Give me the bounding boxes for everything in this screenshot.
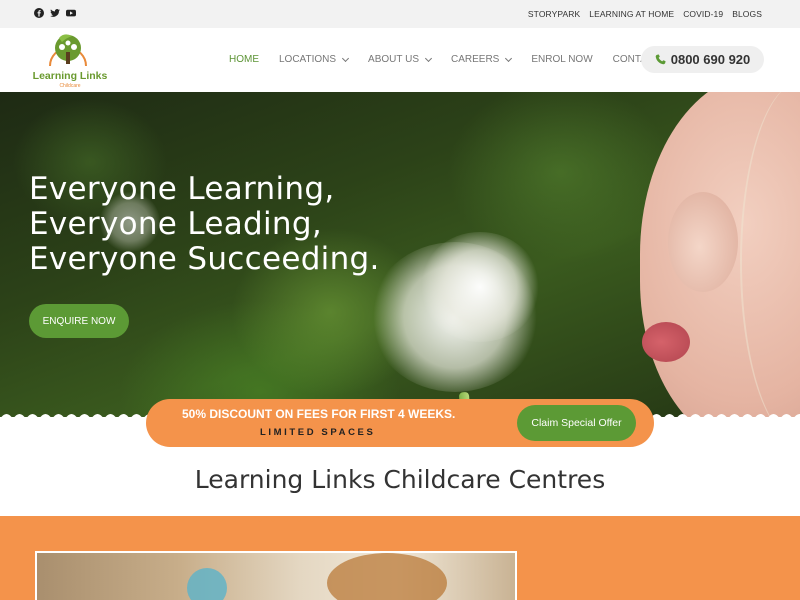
site-header: Learning Links Childcare HOME LOCATIONS … [0, 28, 800, 92]
photo-toy [187, 568, 227, 600]
nav-careers[interactable]: CAREERS [450, 54, 513, 65]
chevron-down-icon [424, 54, 433, 62]
offer-subline: LIMITED SPACES [260, 427, 376, 438]
toplink-storypark[interactable]: STORYPARK [528, 9, 580, 19]
hero-banner: Everyone Learning, Everyone Leading, Eve… [0, 92, 800, 417]
enquire-now-button[interactable]: ENQUIRE NOW [29, 304, 129, 338]
hero-line-2: Everyone Leading, [29, 206, 323, 242]
phone-button[interactable]: 0800 690 920 [641, 46, 764, 73]
hero-line-1: Everyone Learning, [29, 171, 335, 207]
nav-locations-label: LOCATIONS [279, 54, 337, 65]
special-offer-banner: 50% DISCOUNT ON FEES FOR FIRST 4 WEEKS. … [146, 399, 654, 447]
toplink-learning-at-home[interactable]: LEARNING AT HOME [589, 9, 674, 19]
chevron-down-icon [342, 54, 350, 62]
logo-subtitle: Childcare [59, 83, 81, 89]
nav-enrol-label: ENROL NOW [531, 54, 593, 65]
nav-home[interactable]: HOME [229, 54, 259, 65]
toplink-blogs[interactable]: BLOGS [732, 9, 762, 19]
hero-headline: Everyone Learning, Everyone Leading, Eve… [29, 172, 380, 277]
nav-locations[interactable]: LOCATIONS [279, 54, 350, 65]
logo-tree-icon [49, 34, 87, 67]
youtube-icon[interactable] [66, 8, 76, 18]
child-nose [668, 192, 738, 292]
twitter-icon[interactable] [50, 8, 60, 18]
offer-headline: 50% DISCOUNT ON FEES FOR FIRST 4 WEEKS. [182, 407, 456, 421]
chevron-down-icon [505, 54, 513, 62]
phone-icon [655, 54, 666, 65]
main-nav: HOME LOCATIONS ABOUT US CAREERS ENROL NO… [229, 54, 680, 65]
centre-photo [35, 551, 517, 600]
top-links: STORYPARK LEARNING AT HOME COVID-19 BLOG… [528, 9, 762, 19]
photo-child-hair [327, 553, 447, 600]
logo-name: Learning Links [32, 70, 108, 82]
social-links [34, 8, 76, 18]
nav-home-label: HOME [229, 54, 259, 65]
phone-number: 0800 690 920 [670, 52, 751, 67]
top-utility-bar: STORYPARK LEARNING AT HOME COVID-19 BLOG… [0, 0, 800, 28]
hero-line-3: Everyone Succeeding. [29, 241, 380, 277]
nav-about-label: ABOUT US [368, 54, 419, 65]
child-lips [642, 322, 690, 362]
nav-enrol-now[interactable]: ENROL NOW [531, 54, 592, 65]
logo[interactable]: Learning Links Childcare [30, 30, 110, 90]
facebook-icon[interactable] [34, 8, 44, 18]
dandelion-seed-head [420, 232, 540, 342]
nav-about-us[interactable]: ABOUT US [368, 54, 433, 65]
orange-wavy-edge [0, 517, 800, 522]
nav-careers-label: CAREERS [450, 54, 500, 65]
claim-offer-button[interactable]: Claim Special Offer [517, 405, 636, 441]
section-title: Learning Links Childcare Centres [194, 465, 606, 494]
toplink-covid-19[interactable]: COVID-19 [683, 9, 723, 19]
